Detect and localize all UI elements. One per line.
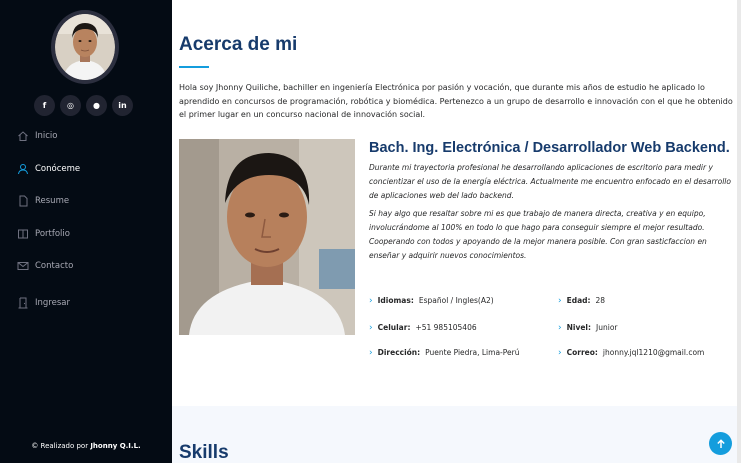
fact-label: Edad:: [566, 296, 591, 305]
fact-label: Celular:: [377, 323, 411, 332]
fact-edad: › Edad: 28: [558, 296, 605, 306]
scrollbar[interactable]: [737, 0, 741, 463]
github-icon[interactable]: ●: [86, 95, 107, 116]
fact-idiomas: › Idiomas: Español / Ingles(A2): [369, 296, 494, 306]
fact-value: jhonny.jql1210@gmail.com: [602, 348, 705, 357]
chevron-right-icon: ›: [369, 348, 373, 358]
sidebar: f ◎ ● in Inicio Conóceme Resume Portfoli…: [0, 0, 172, 463]
about-description-2: Si hay algo que resaltar sobre mi es que…: [369, 209, 707, 260]
nav-menu: Inicio Conóceme Resume Portfolio Contact…: [0, 120, 172, 319]
skills-section: [172, 406, 741, 463]
fact-celular: › Celular: +51 985105406: [369, 323, 477, 333]
fact-label: Nivel:: [566, 323, 592, 332]
home-icon: [17, 130, 29, 142]
fact-value: Español / Ingles(A2): [418, 296, 494, 305]
chevron-right-icon: ›: [369, 296, 373, 306]
back-to-top-button[interactable]: [709, 432, 732, 455]
file-icon: [17, 195, 29, 207]
fact-nivel: › Nivel: Junior: [558, 323, 618, 333]
instagram-icon[interactable]: ◎: [60, 95, 81, 116]
chevron-right-icon: ›: [558, 348, 562, 358]
facebook-icon[interactable]: f: [34, 95, 55, 116]
chevron-right-icon: ›: [558, 296, 562, 306]
fact-correo: › Correo: jhonny.jql1210@gmail.com: [558, 348, 704, 358]
arrow-up-icon: [716, 438, 725, 448]
about-intro: Hola soy Jhonny Quiliche, bachiller en i…: [179, 83, 733, 119]
fact-direccion: › Dirección: Puente Piedra, Lima-Perú: [369, 348, 519, 358]
avatar: [51, 10, 119, 84]
nav-label: Resume: [35, 196, 70, 207]
fact-value: Junior: [596, 323, 618, 332]
nav-item-portfolio[interactable]: Portfolio: [0, 218, 172, 251]
fact-label: Correo:: [566, 348, 598, 357]
footer-credit: © Realizado por Jhonny Q.I.L.: [0, 442, 172, 450]
book-icon: [17, 228, 29, 240]
nav-item-inicio[interactable]: Inicio: [0, 120, 172, 153]
fact-label: Idiomas:: [377, 296, 414, 305]
nav-item-contacto[interactable]: Contacto: [0, 250, 172, 283]
linkedin-icon[interactable]: in: [112, 95, 133, 116]
nav-item-ingresar[interactable]: Ingresar: [0, 287, 172, 320]
fact-value: Puente Piedra, Lima-Perú: [425, 348, 520, 357]
social-links: f ◎ ● in: [34, 95, 133, 116]
skills-title: Skills: [179, 442, 229, 463]
role-title: Bach. Ing. Electrónica / Desarrollador W…: [369, 140, 730, 156]
credit-prefix: © Realizado por: [31, 442, 91, 450]
profile-photo: [179, 139, 355, 335]
main-content: Acerca de mi Hola soy Jhonny Quiliche, b…: [172, 0, 741, 463]
fact-value: 28: [595, 296, 606, 305]
chevron-right-icon: ›: [558, 323, 562, 333]
credit-name: Jhonny Q.I.L.: [90, 442, 141, 450]
envelope-icon: [17, 260, 29, 272]
fact-value: +51 985105406: [415, 323, 477, 332]
nav-label: Portfolio: [35, 228, 70, 239]
nav-label: Ingresar: [35, 297, 70, 308]
door-icon: [17, 297, 29, 309]
chevron-right-icon: ›: [369, 323, 373, 333]
title-underline: [179, 66, 209, 68]
about-content: Bach. Ing. Electrónica / Desarrollador W…: [369, 139, 731, 263]
about-title: Acerca de mi: [179, 34, 298, 55]
nav-label: Inicio: [35, 131, 58, 142]
nav-item-conoceme[interactable]: Conóceme: [0, 153, 172, 186]
fact-label: Dirección:: [377, 348, 421, 357]
about-description: Durante mi trayectoria profesional he de…: [369, 163, 731, 200]
user-icon: [17, 163, 29, 175]
nav-item-resume[interactable]: Resume: [0, 185, 172, 218]
nav-label: Contacto: [35, 261, 74, 272]
nav-label: Conóceme: [35, 163, 81, 174]
